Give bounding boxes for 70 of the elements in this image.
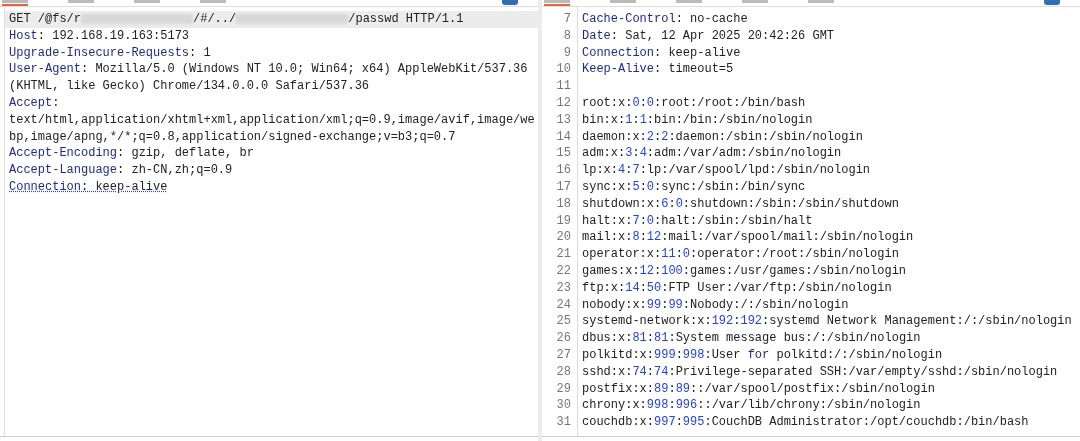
code-line: bp,image/apng,*/*;q=0.8,application/signed-exchange;v=b3;q=0.7: [8, 128, 457, 146]
line-number: 14: [555, 128, 571, 146]
code-line: daemon:x:2:2:daemon:/sbin:/sbin/nologin: [581, 128, 864, 146]
line-number: 9: [562, 44, 571, 62]
code-line: bin:x:1:1:bin:/bin:/sbin/nologin: [581, 111, 814, 129]
line-number: 8: [562, 27, 571, 45]
line-number: 20: [555, 229, 571, 247]
line-number: 25: [555, 313, 571, 331]
line-number: 13: [555, 111, 571, 129]
toolbar-button[interactable]: [1044, 0, 1060, 5]
code-line: text/html,application/xhtml+xml,application/xml;q=0.9,image/avif,image/we: [8, 111, 536, 129]
line-number: 26: [555, 330, 571, 347]
code-line: postfix:x:89:89::/var/spool/postfix:/sbin/nologin: [581, 380, 936, 398]
code-line: chrony:x:998:996::/var/lib/chrony:/sbin/nologin: [581, 397, 922, 415]
code-line: nobody:x:99:99:Nobody:/:/sbin/nologin: [581, 296, 850, 314]
code-line: (KHTML, like Gecko) Chrome/134.0.0.0 Safari/537.36: [8, 78, 371, 95]
line-number: 29: [555, 380, 571, 398]
code-line: dbus:x:81:81:System message bus:/:/sbin/nologin: [581, 330, 922, 347]
line-number: 7: [562, 11, 571, 28]
line-number: 24: [555, 296, 571, 314]
code-line: shutdown:x:6:0:shutdown:/sbin:/sbin/shutdown: [581, 195, 900, 213]
code-line: Accept-Language: zh-CN,zh;q=0.9: [8, 162, 234, 179]
code-line: polkitd:x:999:998:User for polkitd:/:/sbin/nologin: [581, 346, 944, 364]
tab[interactable]: [2, 0, 28, 6]
code-line: mail:x:8:12:mail:/var/spool/mail:/sbin/nologin: [581, 229, 915, 247]
line-number: 17: [555, 178, 571, 196]
line-number: 30: [555, 397, 571, 415]
line-number: 28: [555, 363, 571, 381]
line-number: 11: [555, 78, 571, 95]
code-line: Connection: keep-alive: [581, 44, 742, 62]
code-line: Keep-Alive: timeout=5: [581, 61, 735, 79]
code-line: sync:x:5:0:sync:/sbin:/bin/sync: [581, 178, 807, 196]
line-number: 22: [555, 262, 571, 280]
tab[interactable]: [134, 0, 160, 6]
line-number: 21: [555, 246, 571, 263]
code-line: adm:x:3:4:adm:/var/adm:/sbin/nologin: [581, 145, 843, 163]
toolbar-button[interactable]: [502, 0, 518, 5]
code-line: Accept:: [8, 95, 61, 112]
line-number: 19: [555, 212, 571, 230]
line-number: 10: [555, 61, 571, 79]
line-number: 18: [555, 195, 571, 213]
code-line: User-Agent: Mozilla/5.0 (Windows NT 10.0; Win64; x64) AppleWebKit/537.36: [8, 61, 529, 79]
code-line: Host: 192.168.19.163:5173: [8, 27, 191, 45]
code-line: root:x:0:0:root:/root:/bin/bash: [581, 95, 807, 112]
code-line: operator:x:11:0:operator:/root:/sbin/nologin: [581, 246, 900, 263]
line-number: 16: [555, 162, 571, 179]
code-line: systemd-network:x:192:192:systemd Network Management:/:/sbin/nologin: [581, 313, 1073, 331]
tab[interactable]: [742, 0, 768, 6]
tab[interactable]: [808, 0, 834, 6]
code-line: Upgrade-Insecure-Requests: 1: [8, 44, 212, 62]
code-line: sshd:x:74:74:Privilege-separated SSH:/var/empty/sshd:/sbin/nologin: [581, 363, 1059, 381]
line-number: 27: [555, 346, 571, 364]
code-line: ftp:x:14:50:FTP User:/var/ftp:/sbin/nologin: [581, 279, 893, 297]
code-line: lp:x:4:7:lp:/var/spool/lpd:/sbin/nologin: [581, 162, 872, 179]
tab[interactable]: [68, 0, 94, 6]
tab[interactable]: [676, 0, 702, 6]
code-line: Cache-Control: no-cache: [581, 11, 749, 28]
line-number: 12: [555, 95, 571, 112]
code-line: Date: Sat, 12 Apr 2025 20:42:26 GMT: [581, 27, 836, 45]
code-line: Accept-Encoding: gzip, deflate, br: [8, 145, 255, 163]
code-line: couchdb:x:997:995:CouchDB Administrator:/opt/couchdb:/bin/bash: [581, 414, 1030, 431]
code-line: Connection: keep-alive: [8, 178, 169, 196]
code-line: games:x:12:100:games:/usr/games:/sbin/nologin: [581, 262, 908, 280]
code-line: halt:x:7:0:halt:/sbin:/sbin/halt: [581, 212, 814, 230]
line-number: 15: [555, 145, 571, 163]
tab[interactable]: [200, 0, 226, 6]
line-number: 23: [555, 279, 571, 297]
tab[interactable]: [610, 0, 636, 6]
tab[interactable]: [544, 0, 570, 6]
line-number: 31: [555, 414, 571, 431]
